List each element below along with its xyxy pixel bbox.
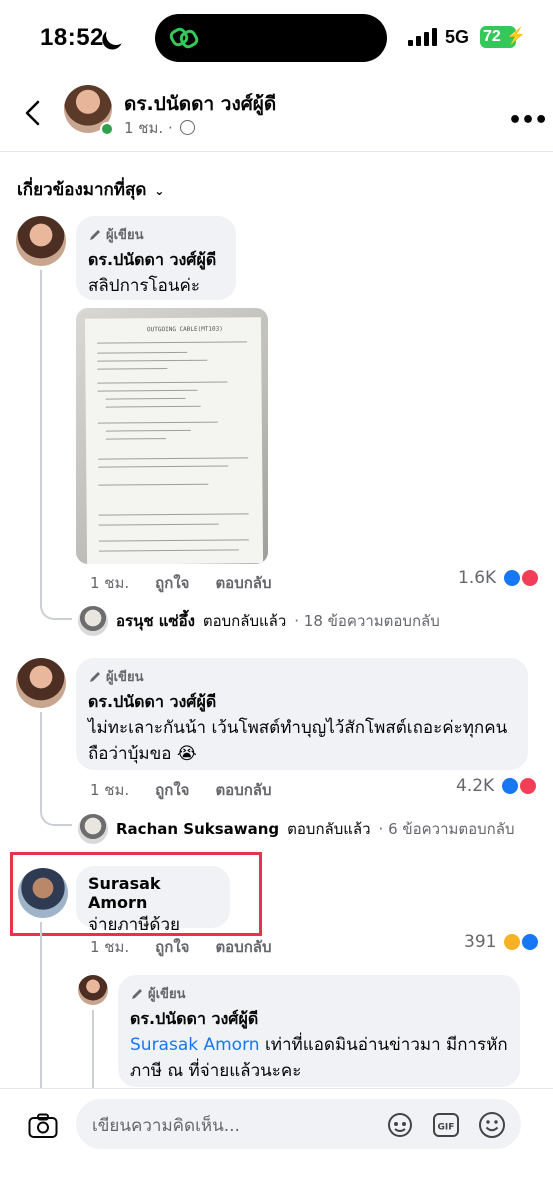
comment-sort-filter[interactable]: เกี่ยวข้องมากที่สุด ⌄	[17, 176, 164, 203]
reply-button[interactable]: ตอบกลับ	[215, 571, 271, 595]
thread-line	[40, 712, 42, 802]
reaction-count[interactable]: 4.2K	[456, 776, 539, 796]
comment-bubble[interactable]: ผู้เขียน ดร.ปนัดดา วงศ์ผู้ดี ไม่ทะเลาะกั…	[76, 658, 528, 770]
post-header: ดร.ปนัดดา วงศ์ผู้ดี 1 ชม. · •••	[0, 80, 553, 152]
reaction-count[interactable]: 1.6K	[458, 568, 541, 588]
reply-action: ตอบกลับแล้ว	[202, 612, 287, 630]
back-arrow-icon[interactable]	[18, 98, 48, 128]
author-name[interactable]: ดร.ปนัดดา วงศ์ผู้ดี	[124, 89, 276, 119]
more-icon[interactable]: •••	[508, 108, 548, 133]
comment-composer: เขียนความคิดเห็น... GIF	[0, 1088, 553, 1200]
reaction-count-value: 391	[464, 932, 497, 952]
reply-author: Rachan Suksawang	[116, 820, 280, 838]
love-reaction-icon	[520, 568, 541, 588]
like-reaction-icon	[520, 932, 541, 952]
filter-label: เกี่ยวข้องมากที่สุด	[17, 180, 147, 200]
gif-icon[interactable]: GIF	[432, 1111, 460, 1139]
signal-icon	[408, 28, 438, 46]
like-button[interactable]: ถูกใจ	[155, 778, 189, 802]
author-badge: ผู้เขียน	[88, 666, 516, 687]
comment-placeholder: เขียนความคิดเห็น...	[92, 1116, 240, 1136]
comment-author[interactable]: Surasak Amorn	[88, 874, 218, 912]
commenter-avatar[interactable]	[16, 216, 66, 266]
network-type: 5G	[445, 27, 470, 47]
pen-icon	[132, 988, 142, 999]
like-button[interactable]: ถูกใจ	[155, 935, 189, 959]
svg-text:GIF: GIF	[438, 1123, 455, 1133]
comment-actions: 1 ชม. ถูกใจ ตอบกลับ	[90, 571, 272, 595]
reply-button[interactable]: ตอบกลับ	[215, 935, 271, 959]
thread-curve	[40, 590, 72, 620]
reaction-count-value: 4.2K	[456, 776, 495, 796]
comment-author[interactable]: ดร.ปนัดดา วงศ์ผู้ดี	[88, 248, 224, 273]
author-badge-label: ผู้เขียน	[148, 987, 186, 1002]
pen-icon	[90, 671, 100, 682]
thread-line	[92, 1010, 94, 1090]
comment-actions: 1 ชม. ถูกใจ ตอบกลับ	[90, 778, 272, 802]
comment-time: 1 ชม.	[90, 781, 130, 799]
thread-line	[40, 922, 42, 1092]
reply-count: · 6 ข้อความตอบกลับ	[378, 820, 515, 838]
author-badge: ผู้เขียน	[88, 224, 224, 245]
comment-bubble[interactable]: ผู้เขียน ดร.ปนัดดา วงศ์ผู้ดี สลิปการโอนค…	[76, 216, 236, 300]
reply-avatar[interactable]	[78, 975, 108, 1005]
author-badge-label: ผู้เขียน	[106, 670, 144, 685]
reply-action: ตอบกลับแล้ว	[287, 820, 371, 838]
reply-button[interactable]: ตอบกลับ	[215, 778, 271, 802]
avatar-sticker-icon[interactable]	[386, 1111, 414, 1139]
comment-text: ไม่ทะเลาะกันน้า เว้นโพสต์ทำบุญไว้สักโพสต…	[88, 718, 508, 764]
meta-separator: ·	[167, 119, 173, 137]
emoji-icon[interactable]	[478, 1111, 506, 1139]
slip-header: OUTGOING CABLE(MT103)	[146, 325, 223, 334]
reply-avatar	[78, 814, 108, 844]
reaction-count[interactable]: 391	[464, 932, 541, 952]
author-badge-label: ผู้เขียน	[106, 228, 144, 243]
camera-icon[interactable]	[28, 1113, 58, 1139]
comment-bubble[interactable]: Surasak Amorn จ่ายภาษีด้วย	[76, 866, 230, 935]
charging-icon: ⚡	[506, 28, 526, 45]
reaction-count-value: 1.6K	[458, 568, 497, 588]
globe-icon	[179, 120, 195, 135]
reply-text: Surasak Amorn เท่าที่แอดมินอ่านข่าวมา มี…	[130, 1032, 508, 1084]
comment-input[interactable]: เขียนความคิดเห็น... GIF	[76, 1099, 521, 1149]
post-time: 1 ชม.	[124, 119, 164, 137]
reply-bubble[interactable]: ผู้เขียน ดร.ปนัดดา วงศ์ผู้ดี Surasak Amo…	[118, 975, 520, 1087]
like-reaction-icon	[500, 776, 521, 796]
love-reaction-icon	[518, 776, 539, 796]
status-bar: 18:52 5G 72 ⚡	[0, 0, 553, 75]
online-indicator	[100, 122, 114, 136]
like-button[interactable]: ถูกใจ	[155, 571, 189, 595]
comment-actions: 1 ชม. ถูกใจ ตอบกลับ	[90, 935, 272, 959]
reply-avatar	[78, 606, 108, 636]
haha-reaction-icon	[502, 932, 523, 952]
replies-summary[interactable]: อรนุช แซ่อึ้ง ตอบกลับแล้ว · 18 ข้อความตอ…	[78, 606, 440, 636]
dynamic-island	[155, 14, 387, 62]
comment-author[interactable]: ดร.ปนัดดา วงศ์ผู้ดี	[88, 690, 516, 715]
author-badge: ผู้เขียน	[130, 983, 508, 1004]
battery-indicator: 72 ⚡	[480, 26, 526, 48]
transfer-slip-image[interactable]: OUTGOING CABLE(MT103)	[76, 308, 268, 564]
comment-text: สลิปการโอนค่ะ	[88, 276, 201, 296]
chevron-down-icon: ⌄	[154, 184, 165, 198]
like-reaction-icon	[502, 568, 523, 588]
pen-icon	[90, 229, 100, 240]
commenter-avatar[interactable]	[16, 658, 66, 708]
replies-summary[interactable]: Rachan Suksawang ตอบกลับแล้ว · 6 ข้อความ…	[78, 814, 514, 844]
reply-author[interactable]: ดร.ปนัดดา วงศ์ผู้ดี	[130, 1007, 508, 1032]
reply-author: อรนุช แซ่อึ้ง	[116, 612, 195, 630]
status-time: 18:52	[40, 24, 104, 51]
link-icon	[169, 27, 199, 49]
slip-paper: OUTGOING CABLE(MT103)	[84, 317, 264, 564]
commenter-avatar[interactable]	[18, 868, 68, 918]
comment-time: 1 ชม.	[90, 574, 130, 592]
thread-curve	[40, 796, 72, 826]
post-meta: 1 ชม. ·	[124, 116, 195, 140]
comment-time: 1 ชม.	[90, 938, 130, 956]
moon-icon	[103, 22, 129, 48]
reply-count: · 18 ข้อความตอบกลับ	[294, 612, 440, 630]
battery-level: 72	[483, 28, 501, 45]
thread-line	[40, 270, 42, 600]
mention-link[interactable]: Surasak Amorn	[130, 1035, 260, 1055]
